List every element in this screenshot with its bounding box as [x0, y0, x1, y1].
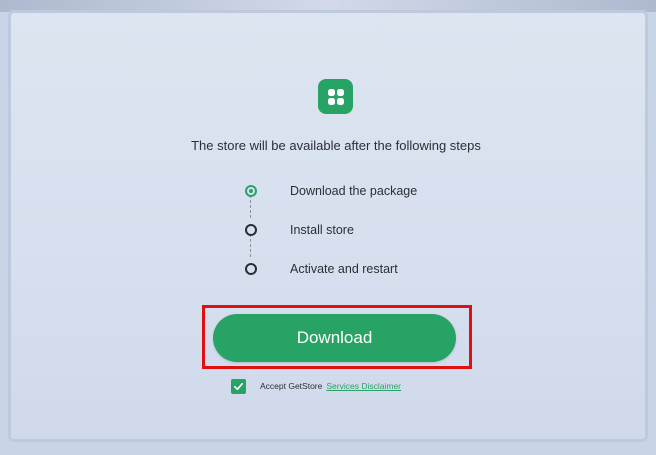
step-label: Install store	[290, 223, 354, 237]
accept-checkbox[interactable]	[231, 378, 246, 394]
download-button[interactable]: Download	[213, 314, 456, 362]
checkmark-icon	[234, 382, 243, 390]
step-status-active-icon	[245, 185, 257, 197]
step-download-package: Download the package	[245, 181, 417, 201]
step-activate-restart: Activate and restart	[245, 259, 398, 279]
setup-headline: The store will be available after the fo…	[191, 138, 481, 153]
accept-text: Accept GetStore	[260, 381, 323, 391]
services-disclaimer-link[interactable]: Services Disclaimer	[326, 381, 401, 391]
step-label: Download the package	[290, 184, 418, 198]
store-app-icon	[318, 79, 353, 114]
step-status-pending-icon	[245, 224, 257, 236]
step-status-pending-icon	[245, 263, 257, 275]
accept-terms-row: Accept GetStore Services Disclaimer	[231, 377, 401, 395]
four-leaf-grid-icon	[327, 88, 344, 105]
step-install-store: Install store	[245, 220, 354, 240]
step-label: Activate and restart	[290, 262, 398, 276]
